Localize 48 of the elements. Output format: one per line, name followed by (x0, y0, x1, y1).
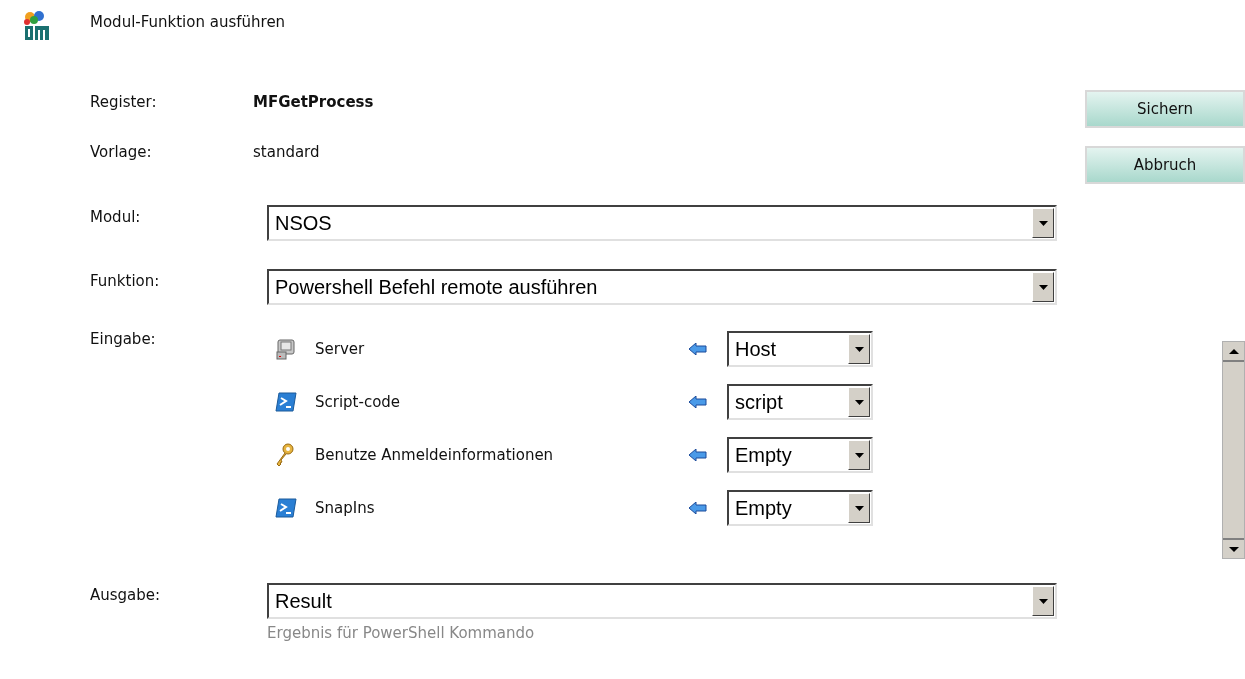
terminal-icon (275, 498, 297, 518)
hint-text: Ergebnis für PowerShell Kommando (267, 623, 536, 644)
input-label: Script-code (315, 391, 402, 413)
save-button[interactable]: Sichern (1085, 90, 1245, 128)
input-label: SnapIns (315, 497, 376, 519)
field-label: Eingabe: (90, 329, 157, 350)
caret-icon (854, 346, 864, 352)
caret-icon (854, 452, 864, 458)
variable-dropdown[interactable]: Host (727, 331, 873, 367)
dropdown-button[interactable] (848, 493, 870, 523)
field-label: Register: (90, 92, 158, 113)
input-label: Benutze Anmeldeinformationen (315, 444, 555, 466)
scrollbar[interactable] (1222, 341, 1245, 559)
field-value: MFGetProcess (253, 92, 374, 113)
field-value: standard (253, 142, 320, 163)
caret-icon (854, 399, 864, 405)
dropdown-button[interactable] (848, 387, 870, 417)
dropdown-button[interactable] (1032, 586, 1054, 616)
field-label: Modul: (90, 207, 142, 228)
scroll-down-icon[interactable] (1228, 546, 1239, 552)
cancel-button[interactable]: Abbruch (1085, 146, 1245, 184)
caret-icon (854, 505, 864, 511)
caret-icon (1038, 598, 1048, 604)
arrow-left-icon (689, 343, 707, 355)
terminal-icon (275, 392, 297, 412)
field-label: Vorlage: (90, 142, 153, 163)
output-dropdown[interactable]: Result (267, 583, 1057, 619)
field-label: Ausgabe: (90, 585, 162, 606)
arrow-left-icon (689, 396, 707, 408)
arrow-left-icon (689, 502, 707, 514)
scroll-up-icon[interactable] (1228, 348, 1239, 354)
computer-icon (275, 338, 297, 360)
dropdown-button[interactable] (848, 440, 870, 470)
key-icon (275, 443, 295, 467)
arrow-left-icon (689, 449, 707, 461)
variable-dropdown[interactable]: Empty (727, 490, 873, 526)
variable-dropdown[interactable]: Empty (727, 437, 873, 473)
caret-icon (1038, 220, 1048, 226)
variable-dropdown[interactable]: script (727, 384, 873, 420)
page-title: Modul-Funktion ausführen (90, 12, 286, 33)
dropdown-button[interactable] (1032, 272, 1054, 302)
dropdown-button[interactable] (848, 334, 870, 364)
dropdown-button[interactable] (1032, 208, 1054, 238)
module-dropdown[interactable]: NSOS (267, 205, 1057, 241)
caret-icon (1038, 284, 1048, 290)
function-dropdown[interactable]: Powershell Befehl remote ausführen (267, 269, 1057, 305)
field-label: Funktion: (90, 271, 161, 292)
input-label: Server (315, 338, 366, 360)
